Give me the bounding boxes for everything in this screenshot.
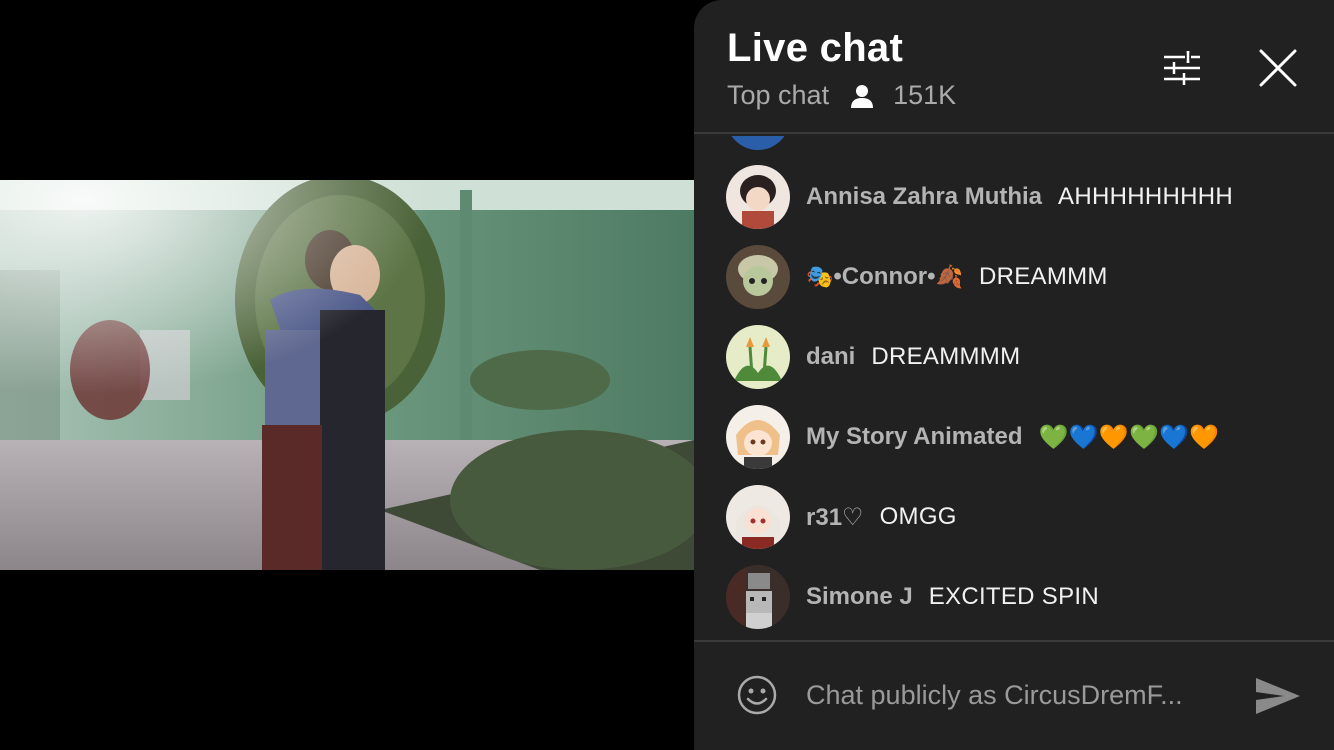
chat-message-input[interactable]: Chat publicly as CircusDremF... — [806, 674, 1226, 716]
avatar — [726, 325, 790, 389]
avatar — [726, 245, 790, 309]
avatar — [726, 136, 790, 150]
person-icon — [849, 83, 875, 109]
tune-icon — [1164, 51, 1200, 85]
chat-mode-selector[interactable]: Top chat 151K — [727, 80, 956, 111]
chat-message[interactable]: My Story Animated 💚💙🧡💚💙🧡 — [726, 404, 1326, 470]
emoji-button[interactable] — [736, 674, 778, 716]
close-chat-button[interactable] — [1258, 48, 1298, 88]
message-text: DREAMMMM — [871, 343, 1021, 370]
live-chat-panel: Live chat Top chat 151K Annisa Zahra Mut… — [694, 0, 1334, 750]
send-icon — [1256, 678, 1300, 714]
message-text: EXCITED SPIN — [928, 583, 1100, 610]
video-player[interactable] — [0, 180, 694, 570]
message-author: 🎭•Connor•🍂 — [806, 263, 963, 291]
chat-message[interactable]: Simone J EXCITED SPIN — [726, 564, 1326, 630]
chat-message-list[interactable]: Annisa Zahra Muthia AHHHHHHHHH 🎭•Connor•… — [694, 136, 1334, 640]
viewer-count: 151K — [893, 80, 957, 110]
author-prefix-emoji: 🎭 — [806, 264, 834, 289]
close-icon — [1259, 49, 1297, 87]
message-text: AHHHHHHHHH — [1058, 183, 1234, 210]
avatar — [726, 565, 790, 629]
message-text: OMGG — [879, 503, 957, 530]
emoji-icon — [737, 675, 777, 715]
message-author: Annisa Zahra Muthia — [806, 183, 1043, 210]
message-text: 💚💙🧡💚💙🧡 — [1038, 423, 1220, 451]
message-author: Simone J — [806, 583, 913, 610]
message-text: DREAMMM — [978, 263, 1108, 290]
avatar — [726, 165, 790, 229]
chat-message[interactable]: 🎭•Connor•🍂 DREAMMM — [726, 244, 1326, 310]
message-author: r31♡ — [806, 503, 864, 531]
video-frame — [0, 180, 694, 570]
chat-settings-button[interactable] — [1162, 48, 1202, 88]
message-author: dani — [806, 343, 856, 370]
chat-message[interactable]: dani DREAMMMM — [726, 324, 1326, 390]
send-button[interactable] — [1254, 676, 1302, 716]
chat-input-bar: Chat publicly as CircusDremF... — [694, 640, 1334, 750]
avatar — [726, 485, 790, 549]
message-author-name: •Connor• — [833, 263, 936, 290]
chat-message[interactable]: Annisa Zahra Muthia AHHHHHHHHH — [726, 164, 1326, 230]
chat-header: Live chat Top chat 151K — [694, 0, 1334, 134]
chat-title: Live chat — [727, 26, 904, 70]
message-author: My Story Animated — [806, 423, 1023, 450]
avatar — [726, 405, 790, 469]
chat-mode-label: Top chat — [727, 80, 830, 110]
chat-message[interactable]: r31♡ OMGG — [726, 484, 1326, 550]
author-suffix-emoji: 🍂 — [935, 264, 963, 289]
